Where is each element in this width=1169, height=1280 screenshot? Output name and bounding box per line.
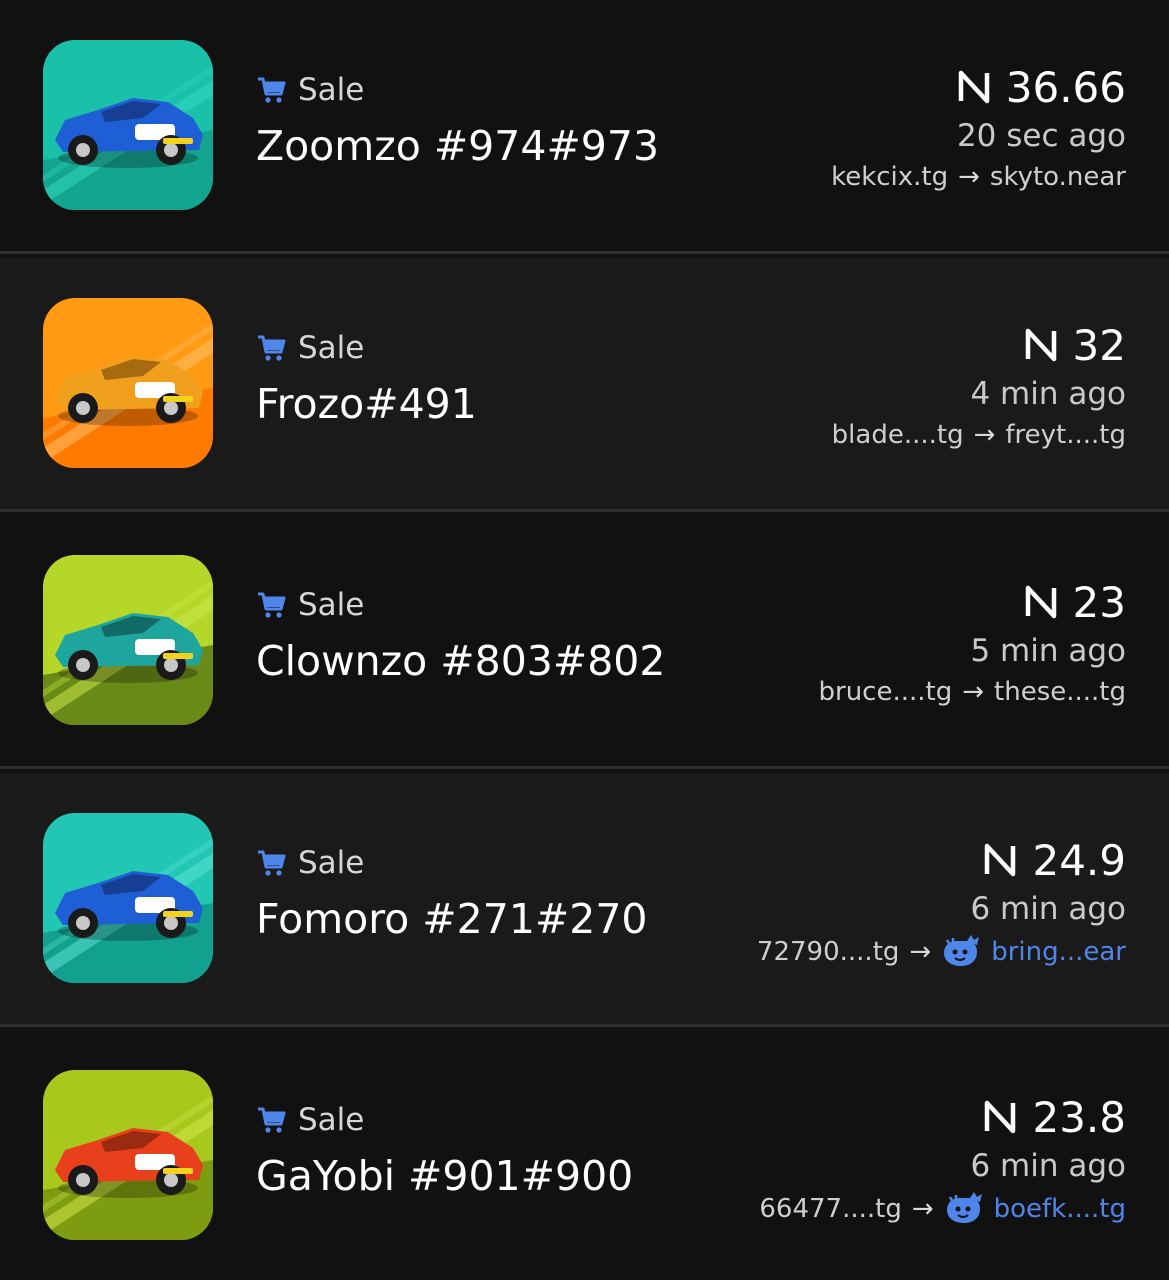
arrow-right-icon: →: [911, 1194, 934, 1224]
activity-type: Sale: [256, 587, 364, 623]
transfer: blade....tg → freyt....tg: [832, 420, 1126, 450]
car-image: [43, 40, 213, 210]
car-image: [43, 813, 213, 983]
nft-thumbnail[interactable]: [43, 555, 213, 725]
activity-type-label: Sale: [298, 330, 365, 366]
activity-type-label: Sale: [298, 1102, 365, 1138]
activity-type-label: Sale: [298, 587, 365, 623]
activity-type-label: Sale: [298, 72, 365, 108]
price-value: 32: [1072, 320, 1126, 370]
near-icon: [1023, 584, 1059, 620]
car-image: [43, 1070, 213, 1240]
sale-details: 23 5 min ago bruce....tg → these....tg: [819, 575, 1127, 708]
sale-details: 32 4 min ago blade....tg → freyt....tg: [832, 318, 1126, 451]
nft-thumbnail[interactable]: [43, 1070, 213, 1240]
nft-thumbnail[interactable]: [43, 298, 213, 468]
price-value: 23.8: [1032, 1092, 1126, 1142]
activity-row[interactable]: Sale Fomoro #271#270 24.9 6 min ago 7279…: [0, 773, 1169, 1027]
nft-name[interactable]: Zoomzo #974#973: [256, 122, 659, 170]
arrow-right-icon: →: [973, 420, 996, 450]
activity-list: Sale Zoomzo #974#973 36.66 20 sec ago ke…: [0, 0, 1169, 1280]
nft-name[interactable]: Frozo#491: [256, 380, 477, 428]
activity-row[interactable]: Sale GaYobi #901#900 23.8 6 min ago 6647…: [0, 1030, 1169, 1280]
price-value: 36.66: [1005, 62, 1126, 112]
activity-row[interactable]: Sale Zoomzo #974#973 36.66 20 sec ago ke…: [0, 0, 1169, 254]
to-account[interactable]: skyto.near: [990, 162, 1126, 192]
nft-name[interactable]: GaYobi #901#900: [256, 1152, 633, 1200]
nft-name[interactable]: Fomoro #271#270: [256, 895, 648, 943]
activity-type-label: Sale: [298, 845, 365, 881]
transfer: bruce....tg → these....tg: [819, 677, 1127, 707]
activity-type: Sale: [256, 845, 364, 881]
arrow-right-icon: →: [909, 937, 932, 967]
price: 36.66: [956, 60, 1126, 114]
near-icon: [1023, 327, 1059, 363]
transfer: kekcix.tg → skyto.near: [831, 162, 1126, 192]
activity-row[interactable]: Sale Frozo#491 32 4 min ago blade....tg …: [0, 258, 1169, 512]
timestamp: 6 min ago: [970, 1148, 1126, 1184]
price: 24.9: [982, 833, 1126, 887]
to-account[interactable]: freyt....tg: [1005, 420, 1126, 450]
cart-icon: [256, 1105, 286, 1135]
from-account[interactable]: 66477....tg: [759, 1194, 901, 1224]
price-value: 23: [1072, 577, 1126, 627]
arrow-right-icon: →: [958, 162, 980, 192]
nft-name[interactable]: Clownzo #803#802: [256, 637, 665, 685]
from-account[interactable]: blade....tg: [832, 420, 964, 450]
cart-icon: [256, 848, 286, 878]
sale-details: 23.8 6 min ago 66477....tg → boefk....tg: [759, 1090, 1126, 1226]
from-account[interactable]: 72790....tg: [757, 937, 899, 967]
to-account[interactable]: bring...ear: [991, 937, 1126, 967]
price: 23.8: [982, 1090, 1126, 1144]
near-icon: [982, 842, 1018, 878]
near-icon: [982, 1099, 1018, 1135]
activity-type: Sale: [256, 1102, 364, 1138]
timestamp: 5 min ago: [970, 633, 1126, 669]
from-account[interactable]: bruce....tg: [819, 677, 953, 707]
price-value: 24.9: [1032, 835, 1126, 885]
price: 23: [1023, 575, 1126, 629]
whale-icon: [944, 1192, 984, 1226]
price: 32: [1023, 318, 1126, 372]
timestamp: 20 sec ago: [956, 118, 1126, 154]
from-account[interactable]: kekcix.tg: [831, 162, 948, 192]
timestamp: 4 min ago: [970, 376, 1126, 412]
nft-thumbnail[interactable]: [43, 813, 213, 983]
activity-row[interactable]: Sale Clownzo #803#802 23 5 min ago bruce…: [0, 515, 1169, 769]
to-account[interactable]: boefk....tg: [994, 1194, 1126, 1224]
car-image: [43, 555, 213, 725]
timestamp: 6 min ago: [970, 891, 1126, 927]
arrow-right-icon: →: [962, 677, 985, 707]
activity-type: Sale: [256, 72, 364, 108]
cart-icon: [256, 75, 286, 105]
transfer: 66477....tg → boefk....tg: [759, 1192, 1126, 1226]
near-icon: [956, 69, 992, 105]
cart-icon: [256, 333, 286, 363]
to-account[interactable]: these....tg: [994, 677, 1126, 707]
sale-details: 36.66 20 sec ago kekcix.tg → skyto.near: [831, 60, 1126, 193]
activity-type: Sale: [256, 330, 364, 366]
nft-thumbnail[interactable]: [43, 40, 213, 210]
sale-details: 24.9 6 min ago 72790....tg → bring...ear: [757, 833, 1126, 969]
transfer: 72790....tg → bring...ear: [757, 935, 1126, 969]
car-image: [43, 298, 213, 468]
whale-icon: [941, 935, 981, 969]
cart-icon: [256, 590, 286, 620]
